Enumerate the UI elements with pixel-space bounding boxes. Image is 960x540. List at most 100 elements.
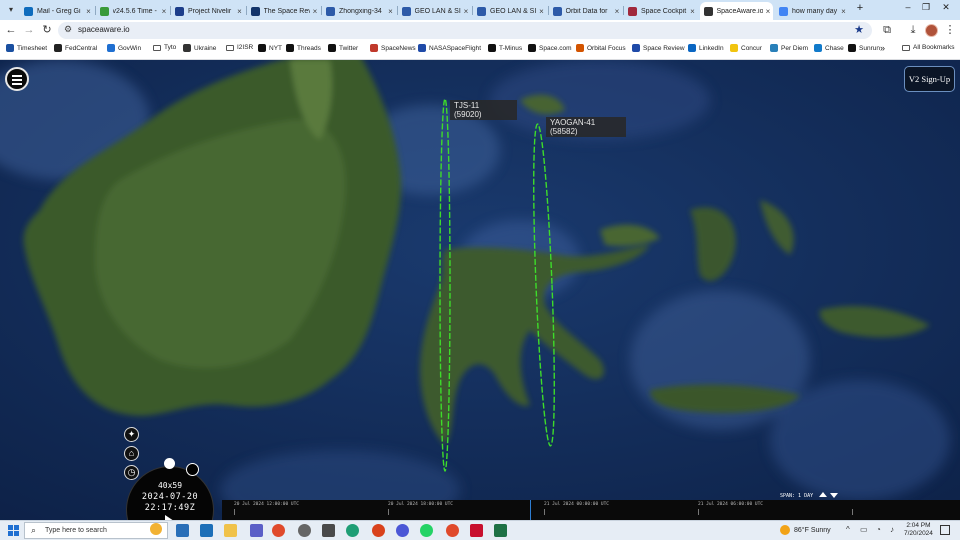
calculator-icon[interactable] [322,524,335,537]
bookmark-item[interactable]: Timesheet [6,44,47,52]
volume-icon[interactable]: ♪ [890,525,894,534]
bookmark-item[interactable]: Threads [286,44,321,52]
bookmark-item[interactable]: Orbital Focus [576,44,626,52]
profile-avatar[interactable] [925,24,938,37]
bookmark-item[interactable]: LinkedIn [688,44,724,52]
start-button[interactable] [8,525,19,536]
new-tab-button[interactable]: + [852,2,868,14]
tab-title: SpaceAware.io [716,7,764,15]
timeline-bar[interactable]: 20 Jul 2024 12:00:00 UTC 20 Jul 2024 18:… [222,500,960,520]
bookmark-item[interactable]: I2ISR [226,44,253,51]
teams-icon[interactable] [250,524,263,537]
bookmark-item[interactable]: FedCentral [54,44,97,52]
bookmark-item[interactable]: SpaceNews [370,44,416,52]
app-icon-s[interactable] [200,524,213,537]
browser-tab[interactable]: Mail - Greg Gi × [20,2,94,20]
browser-tab[interactable]: GEO LAN & SI × [473,2,547,20]
bookmark-star-icon[interactable]: ★ [854,23,864,36]
browser-tab[interactable]: v24.5.6 Time - × [96,2,170,20]
app-icon-gray[interactable] [298,524,311,537]
file-explorer-icon[interactable] [224,524,237,537]
browser-tab[interactable]: Orbit Data for × [549,2,623,20]
browser-tab[interactable]: Space Cockpit × [624,2,698,20]
main-menu-button[interactable] [5,67,29,91]
tab-close-icon[interactable]: × [386,7,396,16]
acrobat-icon[interactable] [470,524,483,537]
satellite-label-yaogan-41[interactable]: YAOGAN-41 (58582) [546,117,626,137]
tab-close-icon[interactable]: × [537,7,547,16]
browser-menu-icon[interactable]: ⋮ [943,23,957,37]
app-icon-blue[interactable] [396,524,409,537]
browser-tab[interactable]: how many day × [775,2,849,20]
edge-icon[interactable] [346,524,359,537]
browser-tab[interactable]: Project Nivelir × [171,2,245,20]
address-bar[interactable]: ⚙ spaceaware.io ★ [58,22,872,39]
browser-tab[interactable]: SpaceAware.io × [699,2,773,20]
v2-signup-button[interactable]: V2 Sign-Up [904,66,955,92]
tab-close-icon[interactable]: × [235,7,245,16]
home-icon[interactable]: ⌂ [124,446,139,461]
bookmark-item[interactable]: Space.com [528,44,572,52]
download-icon[interactable]: ⤓ [906,23,920,37]
span-decrease-icon[interactable] [830,493,838,498]
browser-tab[interactable]: Zhongxing-34 × [322,2,396,20]
back-icon[interactable]: ← [4,23,18,37]
browser-tab[interactable]: The Space Rev × [247,2,321,20]
chrome-icon[interactable] [446,524,459,537]
minimize-icon[interactable]: – [900,2,916,12]
chrome-icon[interactable] [272,524,285,537]
bookmark-item[interactable]: Ukraine [183,44,216,52]
task-view-icon[interactable] [176,524,189,537]
satellite-icon[interactable]: ✦ [124,427,139,442]
forward-icon[interactable]: → [22,23,36,37]
url-text[interactable]: spaceaware.io [78,25,130,34]
bookmark-item[interactable]: Per Diem [770,44,808,52]
close-window-icon[interactable]: ✕ [938,2,954,13]
notification-icon[interactable] [940,525,950,535]
maximize-icon[interactable]: ❐ [918,2,934,13]
taskbar-search-box[interactable]: ⌕ Type here to search [24,522,168,539]
bookmark-item[interactable]: Concur [730,44,762,52]
browser-tab[interactable]: GEO LAN & SI × [398,2,472,20]
tab-close-icon[interactable]: × [612,7,622,16]
bookmark-item[interactable]: NYT [258,44,282,52]
time-speed-knob[interactable] [164,458,175,469]
tab-title: Project Nivelir [188,7,232,15]
span-increase-icon[interactable] [819,492,827,497]
bookmark-item[interactable]: Space Review [632,44,685,52]
reload-icon[interactable]: ↻ [40,23,54,37]
wifi-icon[interactable]: ◔ [876,525,881,534]
site-info-icon[interactable]: ⚙ [64,24,72,35]
tab-close-icon[interactable]: × [159,7,169,16]
tab-close-icon[interactable]: × [688,7,698,16]
weather-readout[interactable]: 86°F Sunny [780,525,831,535]
tab-close-icon[interactable]: × [839,7,849,16]
extensions-icon[interactable]: ⧉ [880,23,894,37]
tab-close-icon[interactable]: × [461,7,471,16]
excel-icon[interactable] [494,524,507,537]
more-bookmarks-button[interactable]: » [880,43,885,53]
bookmark-item[interactable]: Twitter [328,44,358,52]
timeline-current-marker[interactable] [530,500,531,520]
bookmark-item[interactable]: Tyto [153,44,176,51]
weather-widget-icon[interactable] [150,523,162,535]
whatsapp-icon[interactable] [420,524,433,537]
network-icon[interactable]: ▭ [860,525,868,534]
globe-map-view[interactable]: TJS-11 (59020) YAOGAN-41 (58582) V2 Sign… [0,60,960,520]
all-bookmarks-button[interactable]: All Bookmarks [902,44,955,51]
tab-search-icon[interactable]: ▾ [4,3,18,17]
app-icon-orange[interactable] [372,524,385,537]
bookmark-item[interactable]: GovWin [107,44,141,52]
satellite-label-tjs-11[interactable]: TJS-11 (59020) [450,100,517,120]
bookmark-item[interactable]: NASASpaceFlight [418,44,481,52]
time-direction-knob[interactable] [186,463,199,476]
bookmark-item[interactable]: Chase [814,44,844,52]
system-clock[interactable]: 2:04 PM 7/20/2024 [904,522,933,538]
bookmark-item[interactable]: T-Minus [488,44,522,52]
tab-close-icon[interactable]: × [84,7,94,16]
tray-chevron-icon[interactable]: ^ [846,525,850,534]
bookmark-item[interactable]: Sunrun [848,44,880,52]
tab-close-icon[interactable]: × [763,7,773,16]
clock-icon[interactable]: ◷ [124,465,139,480]
tab-close-icon[interactable]: × [310,7,320,16]
